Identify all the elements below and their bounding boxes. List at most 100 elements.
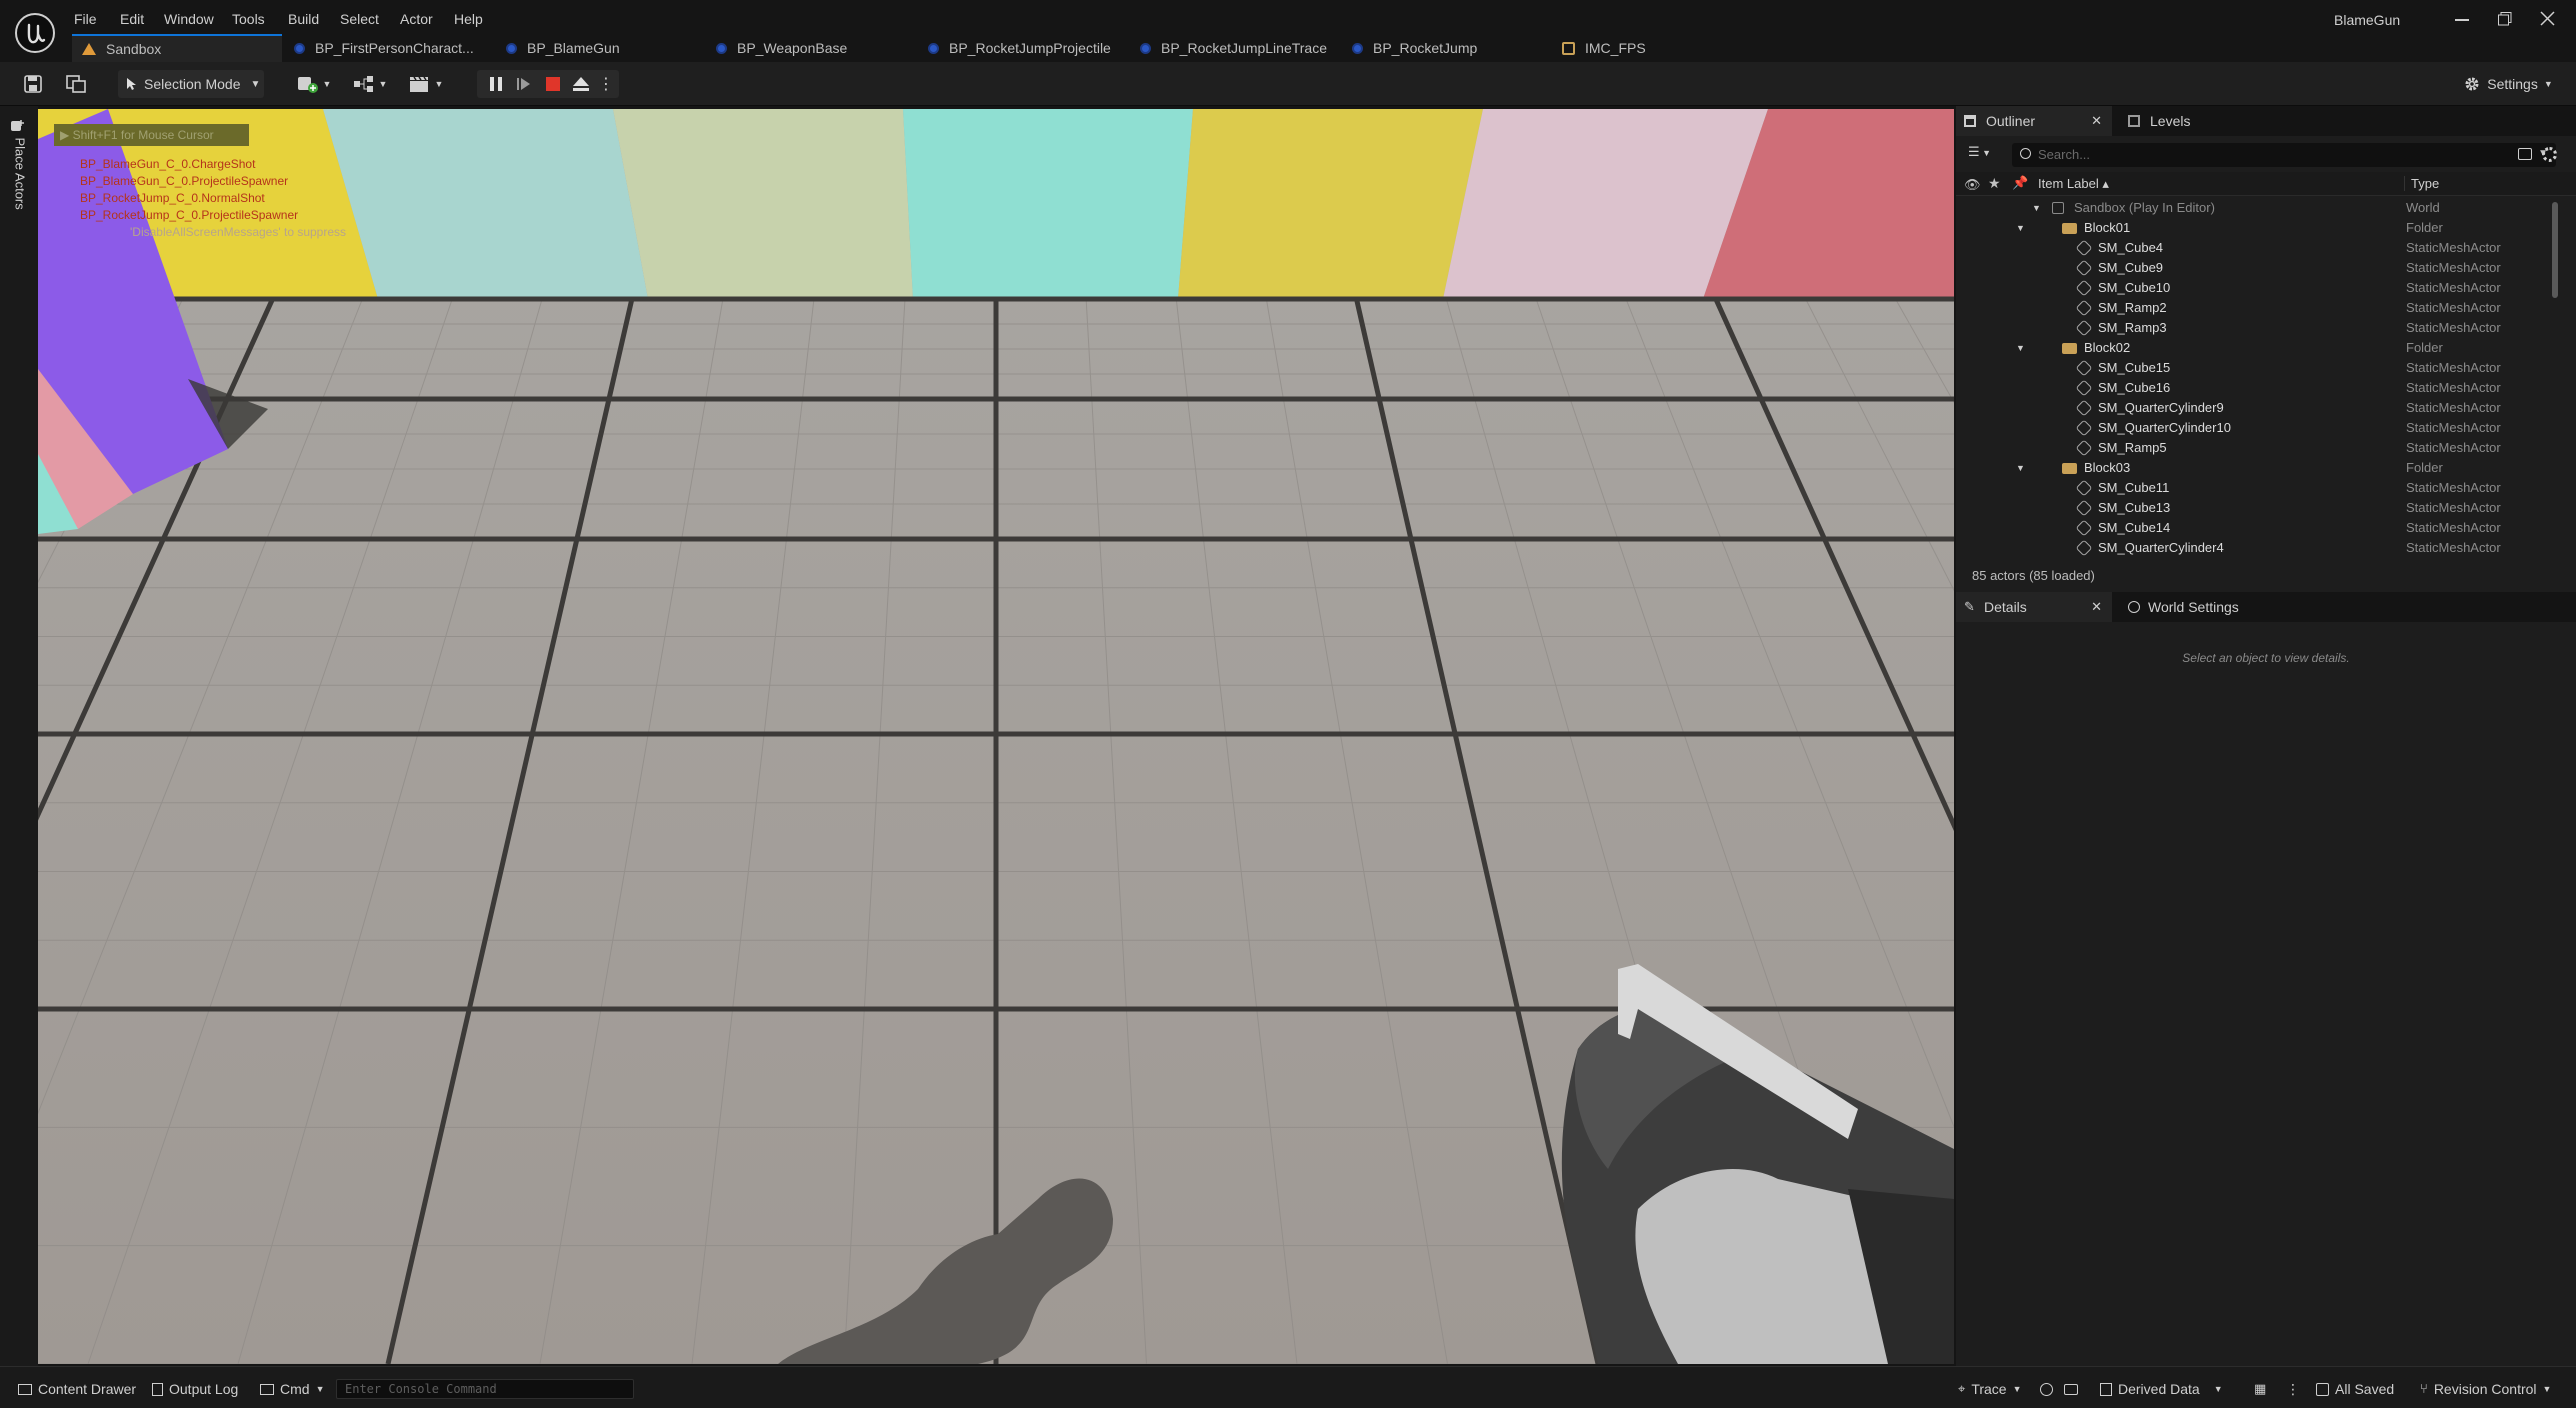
blueprint-graph-icon: [353, 76, 373, 92]
all-saved-button[interactable]: All Saved: [2316, 1377, 2394, 1401]
outliner-tab[interactable]: Outliner ✕: [1956, 106, 2112, 136]
menu-tools[interactable]: Tools: [232, 7, 265, 31]
main-toolbar: Selection Mode ▼ ▼ ▼ ▼ ⋮ Settings ▼: [0, 62, 2576, 106]
expand-chevron-icon[interactable]: ▼: [2016, 218, 2025, 238]
details-pencil-icon: ✎: [1964, 599, 1975, 614]
menu-window[interactable]: Window: [164, 7, 214, 31]
revision-control-dropdown[interactable]: ⑂ Revision Control ▼: [2420, 1377, 2551, 1401]
tab-sandbox[interactable]: Sandbox: [72, 34, 282, 62]
outliner-row[interactable]: SM_Cube13 StaticMeshActor: [1956, 498, 2556, 518]
stop-icon[interactable]: [541, 70, 565, 98]
outliner-row[interactable]: SM_Cube14 StaticMeshActor: [1956, 518, 2556, 538]
expand-chevron-icon[interactable]: ▼: [2016, 338, 2025, 358]
content-drawer-button[interactable]: Content Drawer: [18, 1377, 136, 1401]
menu-edit[interactable]: Edit: [120, 7, 144, 31]
outliner-row[interactable]: SM_Cube11 StaticMeshActor: [1956, 478, 2556, 498]
level-viewport[interactable]: ▶ Shift+F1 for Mouse Cursor BP_BlameGun_…: [38, 109, 1954, 1364]
outliner-row[interactable]: SM_Cube10 StaticMeshActor: [1956, 278, 2556, 298]
details-tab[interactable]: ✎ Details ✕: [1956, 592, 2112, 622]
trace-dropdown[interactable]: ⌖ Trace ▼: [1958, 1377, 2022, 1401]
expand-chevron-icon[interactable]: ▼: [2016, 458, 2025, 478]
close-tab-icon[interactable]: ✕: [2091, 592, 2102, 622]
expand-chevron-icon[interactable]: ▼: [2032, 198, 2041, 218]
outliner-row[interactable]: SM_Ramp3 StaticMeshActor: [1956, 318, 2556, 338]
place-actors-tab[interactable]: Place Actors: [6, 118, 32, 228]
world-icon: [2052, 202, 2064, 214]
play-options-icon[interactable]: ⋮: [598, 70, 614, 98]
tab-bp-rocketjumplinetrace[interactable]: BP_RocketJumpLineTrace: [1140, 36, 1327, 60]
menu-actor[interactable]: Actor: [400, 7, 433, 31]
outliner-row[interactable]: SM_Cube16 StaticMeshActor: [1956, 378, 2556, 398]
save-icon[interactable]: [22, 70, 44, 98]
menu-help[interactable]: Help: [454, 7, 483, 31]
visibility-eye-icon[interactable]: 👁: [1964, 177, 1981, 193]
menu-select[interactable]: Select: [340, 7, 379, 31]
output-log-button[interactable]: Output Log: [152, 1377, 238, 1401]
row-type: StaticMeshActor: [2406, 380, 2501, 395]
row-label: SM_Cube16: [2098, 380, 2171, 395]
search-icon: [2020, 148, 2031, 159]
outliner-row[interactable]: SM_Cube4 StaticMeshActor: [1956, 238, 2556, 258]
row-type: Folder: [2406, 220, 2443, 235]
status-options-icon[interactable]: ⋮: [2286, 1377, 2300, 1401]
outliner-row[interactable]: ▼ Block01 Folder: [1956, 218, 2556, 238]
outliner-settings-icon[interactable]: [2542, 147, 2557, 162]
outliner-row[interactable]: ▼ Block03 Folder: [1956, 458, 2556, 478]
menu-build[interactable]: Build: [288, 7, 319, 31]
minimize-icon[interactable]: [2455, 19, 2469, 21]
outliner-row[interactable]: ▼ Block02 Folder: [1956, 338, 2556, 358]
close-tab-icon[interactable]: ✕: [2091, 106, 2102, 136]
screen-message: BP_RocketJump_C_0.ProjectileSpawner: [80, 208, 299, 222]
tab-bp-rocketjump[interactable]: BP_RocketJump: [1352, 36, 1477, 60]
add-folder-icon[interactable]: [2518, 148, 2532, 160]
folder-icon: [2062, 463, 2077, 474]
browse-content-icon[interactable]: [64, 70, 88, 98]
outliner-row[interactable]: SM_QuarterCylinder9 StaticMeshActor: [1956, 398, 2556, 418]
outliner-row[interactable]: SM_QuarterCylinder10 StaticMeshActor: [1956, 418, 2556, 438]
console-placeholder: Enter Console Command: [345, 1382, 497, 1396]
favorite-star-icon[interactable]: ★: [1988, 175, 2001, 192]
col-item-label[interactable]: Item Label ▴: [2038, 176, 2109, 192]
blueprint-dropdown[interactable]: ▼: [350, 70, 390, 98]
outliner-row[interactable]: SM_Ramp5 StaticMeshActor: [1956, 438, 2556, 458]
unreal-logo-icon[interactable]: [14, 12, 56, 54]
tab-bp-firstpersoncharact[interactable]: BP_FirstPersonCharact...: [294, 36, 474, 60]
tab-bp-rocketjumpprojectile[interactable]: BP_RocketJumpProjectile: [928, 36, 1111, 60]
blueprint-icon: [716, 42, 727, 54]
pause-icon[interactable]: [484, 70, 508, 98]
close-window-icon[interactable]: [2540, 11, 2555, 26]
pin-icon[interactable]: 📌: [2012, 175, 2028, 191]
row-type: StaticMeshActor: [2406, 520, 2501, 535]
selection-mode-dropdown[interactable]: Selection Mode ▼: [118, 70, 264, 98]
tab-imc-fps[interactable]: IMC_FPS: [1562, 36, 1646, 60]
settings-button[interactable]: Settings ▼: [2458, 70, 2558, 98]
outliner-row[interactable]: SM_Cube9 StaticMeshActor: [1956, 258, 2556, 278]
record-icon[interactable]: [2040, 1377, 2054, 1401]
screen-message: BP_RocketJump_C_0.NormalShot: [80, 191, 265, 205]
tab-bp-blamegun[interactable]: BP_BlameGun: [506, 36, 620, 60]
outliner-row[interactable]: SM_QuarterCylinder4 StaticMeshActor: [1956, 538, 2556, 556]
tab-bp-weaponbase[interactable]: BP_WeaponBase: [716, 36, 847, 60]
outliner-scrollbar[interactable]: [2552, 202, 2558, 298]
outliner-search[interactable]: Search... ▼: [2012, 143, 2556, 167]
place-actors-icon: [11, 120, 24, 131]
outliner-row[interactable]: SM_Cube15 StaticMeshActor: [1956, 358, 2556, 378]
menu-file[interactable]: File: [74, 7, 97, 31]
cmd-dropdown[interactable]: Cmd ▼: [260, 1377, 324, 1401]
restore-icon[interactable]: [2498, 12, 2512, 26]
world-settings-tab[interactable]: World Settings: [2124, 592, 2239, 622]
source-control-icon[interactable]: ▦: [2254, 1377, 2266, 1401]
row-type: StaticMeshActor: [2406, 420, 2501, 435]
cinematics-dropdown[interactable]: ▼: [406, 70, 446, 98]
outliner-row[interactable]: SM_Ramp2 StaticMeshActor: [1956, 298, 2556, 318]
console-input[interactable]: Enter Console Command: [336, 1379, 634, 1399]
eject-icon[interactable]: [569, 70, 593, 98]
frame-skip-icon[interactable]: [512, 70, 536, 98]
derived-data-dropdown[interactable]: Derived Data ▼: [2100, 1377, 2223, 1401]
add-actor-dropdown[interactable]: ▼: [294, 70, 334, 98]
screenshot-icon[interactable]: [2064, 1377, 2080, 1401]
outliner-row[interactable]: ▼ Sandbox (Play In Editor) World: [1956, 198, 2556, 218]
col-type[interactable]: Type: [2404, 176, 2439, 191]
levels-tab[interactable]: Levels: [2124, 106, 2190, 136]
filter-dropdown[interactable]: ☰ ▼: [1968, 144, 2004, 166]
